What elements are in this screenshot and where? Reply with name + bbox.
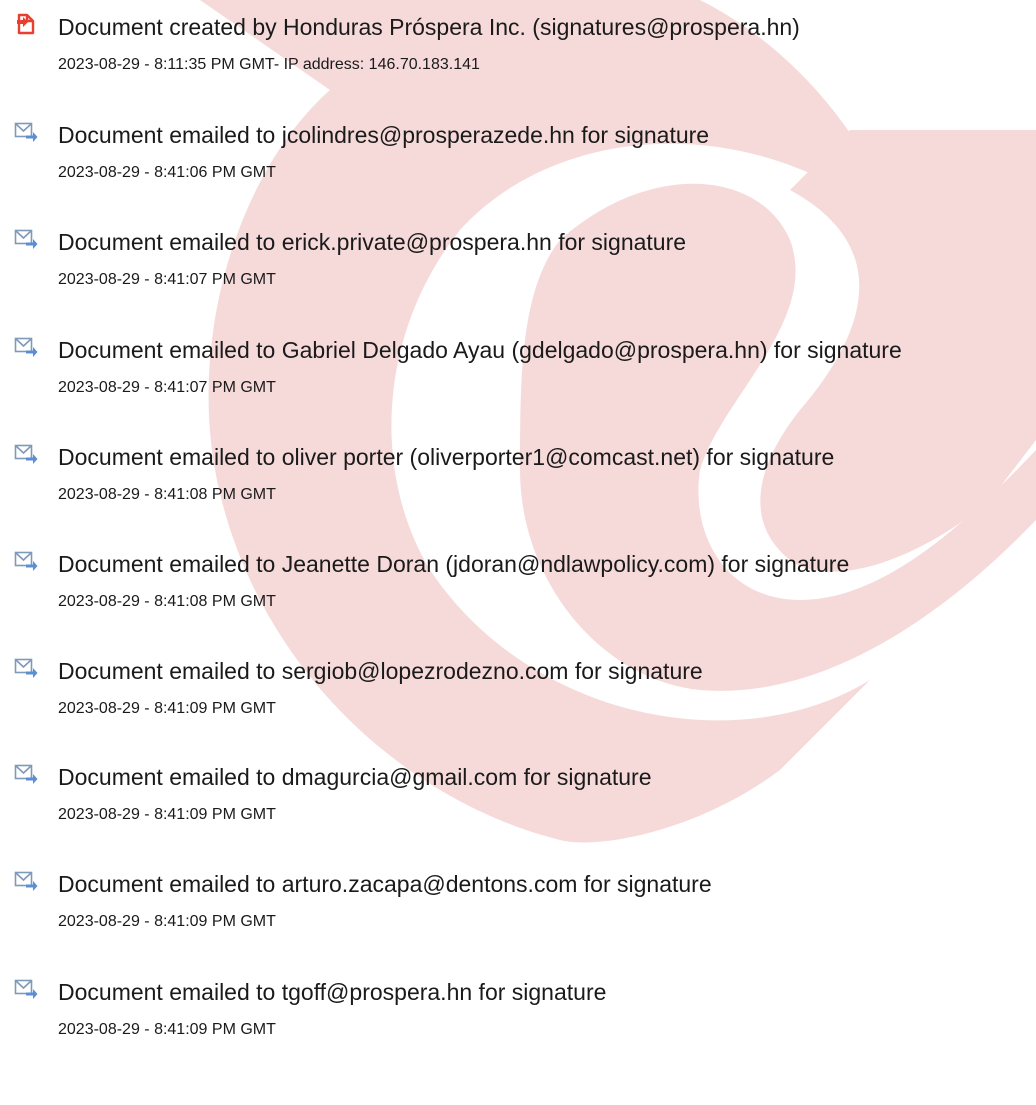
audit-event-emailed: Document emailed to sergiob@lopezrodezno… [0,656,1036,736]
email-sent-icon [14,335,38,359]
audit-event-emailed: Document emailed to arturo.zacapa@denton… [0,869,1036,949]
audit-event-list: Document created by Honduras Próspera In… [0,0,1036,1105]
event-description: Document emailed to sergiob@lopezrodezno… [58,658,703,684]
event-timestamp: 2023-08-29 - 8:11:35 PM GMT- IP address:… [58,56,480,73]
email-sent-icon [14,977,38,1001]
audit-event-emailed: Document emailed to Gabriel Delgado Ayau… [0,335,1036,415]
event-description: Document emailed to dmagurcia@gmail.com … [58,764,652,790]
event-description: Document created by Honduras Próspera In… [58,14,800,40]
event-timestamp: 2023-08-29 - 8:41:09 PM GMT [58,700,276,717]
audit-event-created: Document created by Honduras Próspera In… [0,12,1036,92]
event-description: Document emailed to Jeanette Doran (jdor… [58,551,850,577]
document-created-icon [14,12,38,36]
audit-event-emailed: Document emailed to oliver porter (olive… [0,442,1036,522]
event-timestamp: 2023-08-29 - 8:41:06 PM GMT [58,164,276,181]
event-timestamp: 2023-08-29 - 8:41:09 PM GMT [58,913,276,930]
email-sent-icon [14,120,38,144]
event-description: Document emailed to Gabriel Delgado Ayau… [58,337,902,363]
event-timestamp: 2023-08-29 - 8:41:07 PM GMT [58,379,276,396]
audit-event-emailed: Document emailed to Jeanette Doran (jdor… [0,549,1036,629]
audit-event-emailed: Document emailed to jcolindres@prosperaz… [0,120,1036,200]
event-description: Document emailed to tgoff@prospera.hn fo… [58,979,607,1005]
audit-event-emailed: Document emailed to dmagurcia@gmail.com … [0,762,1036,842]
audit-event-emailed: Document emailed to erick.private@prospe… [0,227,1036,307]
event-timestamp: 2023-08-29 - 8:41:09 PM GMT [58,806,276,823]
email-sent-icon [14,227,38,251]
event-description: Document emailed to oliver porter (olive… [58,444,835,470]
event-timestamp: 2023-08-29 - 8:41:08 PM GMT [58,486,276,503]
event-description: Document emailed to arturo.zacapa@denton… [58,871,712,897]
email-sent-icon [14,656,38,680]
email-sent-icon [14,869,38,893]
email-sent-icon [14,549,38,573]
event-timestamp: 2023-08-29 - 8:41:09 PM GMT [58,1021,276,1038]
event-timestamp: 2023-08-29 - 8:41:07 PM GMT [58,271,276,288]
email-sent-icon [14,442,38,466]
audit-event-emailed: Document emailed to tgoff@prospera.hn fo… [0,977,1036,1057]
event-description: Document emailed to erick.private@prospe… [58,229,687,255]
event-description: Document emailed to jcolindres@prosperaz… [58,122,710,148]
event-timestamp: 2023-08-29 - 8:41:08 PM GMT [58,593,276,610]
email-sent-icon [14,762,38,786]
